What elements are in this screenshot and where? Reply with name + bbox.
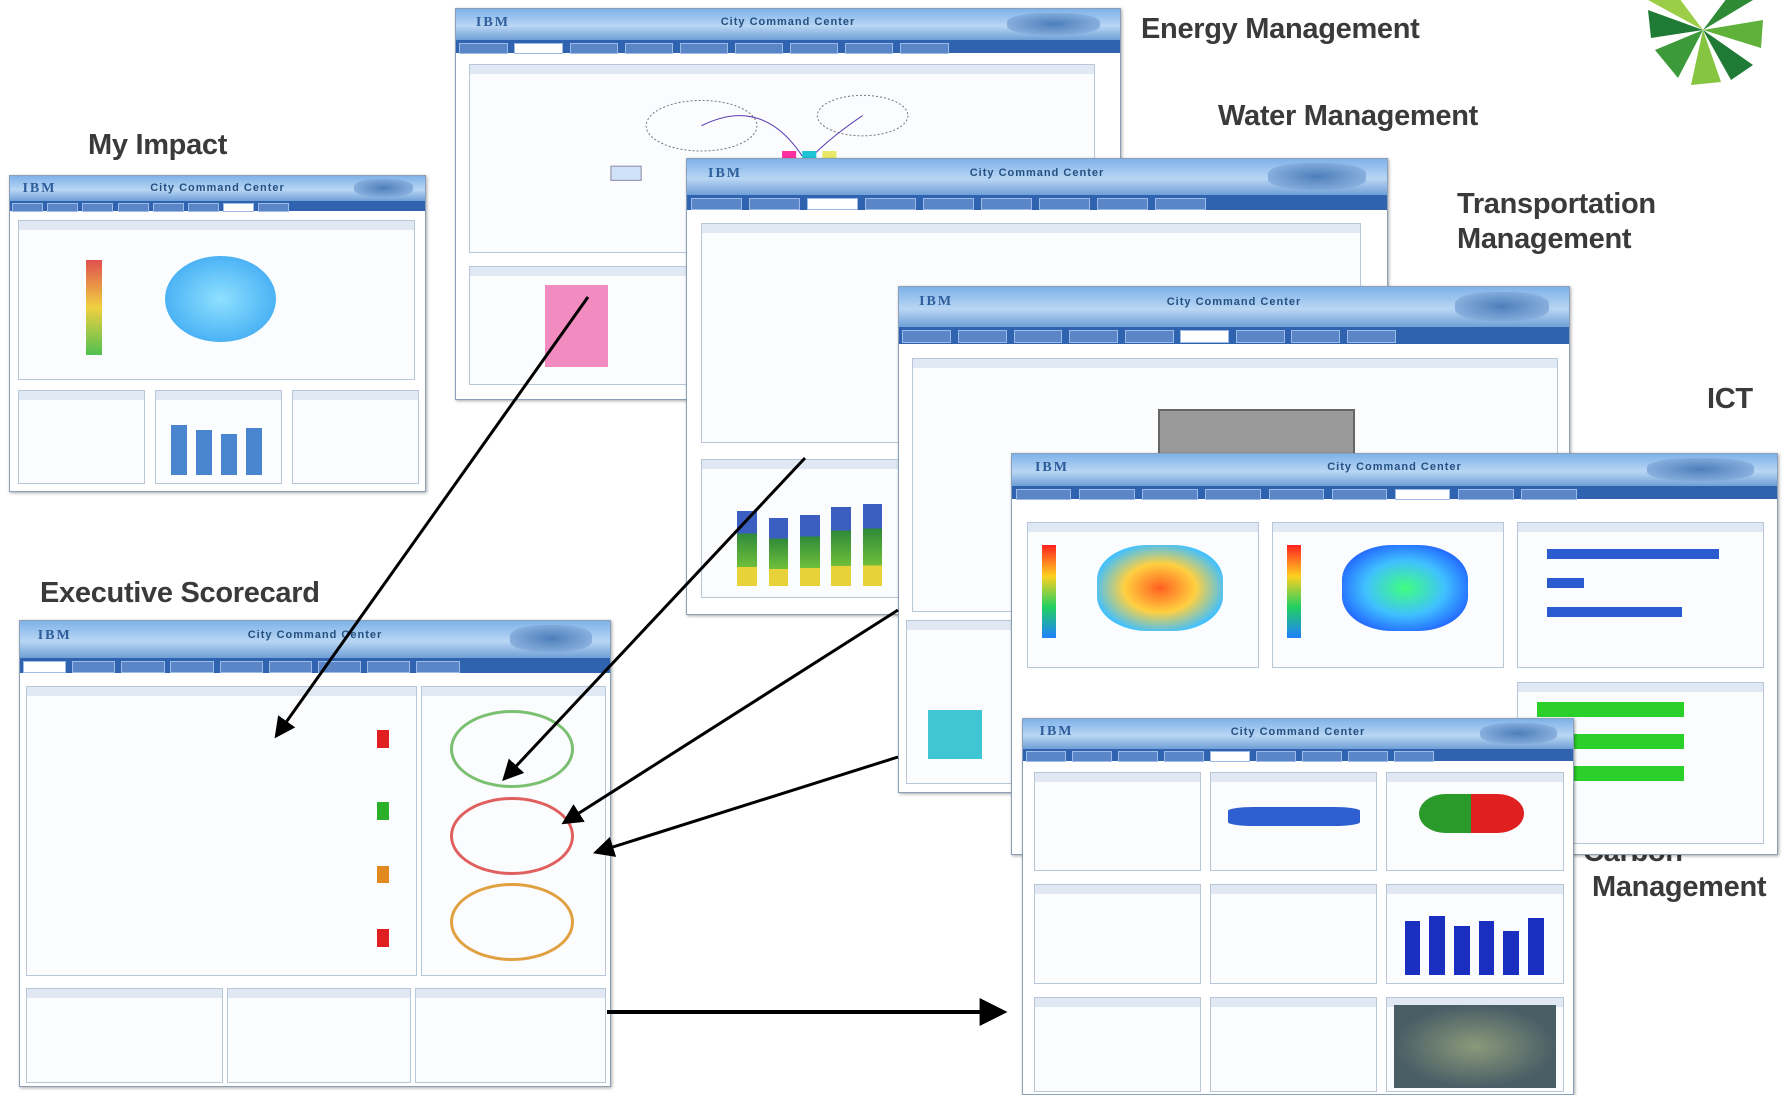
- arrow-transport-to-scorecard: [561, 608, 899, 825]
- arrow-water-to-scorecard: [502, 456, 807, 782]
- connector-arrows: [274, 296, 1008, 1026]
- arrow-energy-to-scorecard: [274, 296, 590, 739]
